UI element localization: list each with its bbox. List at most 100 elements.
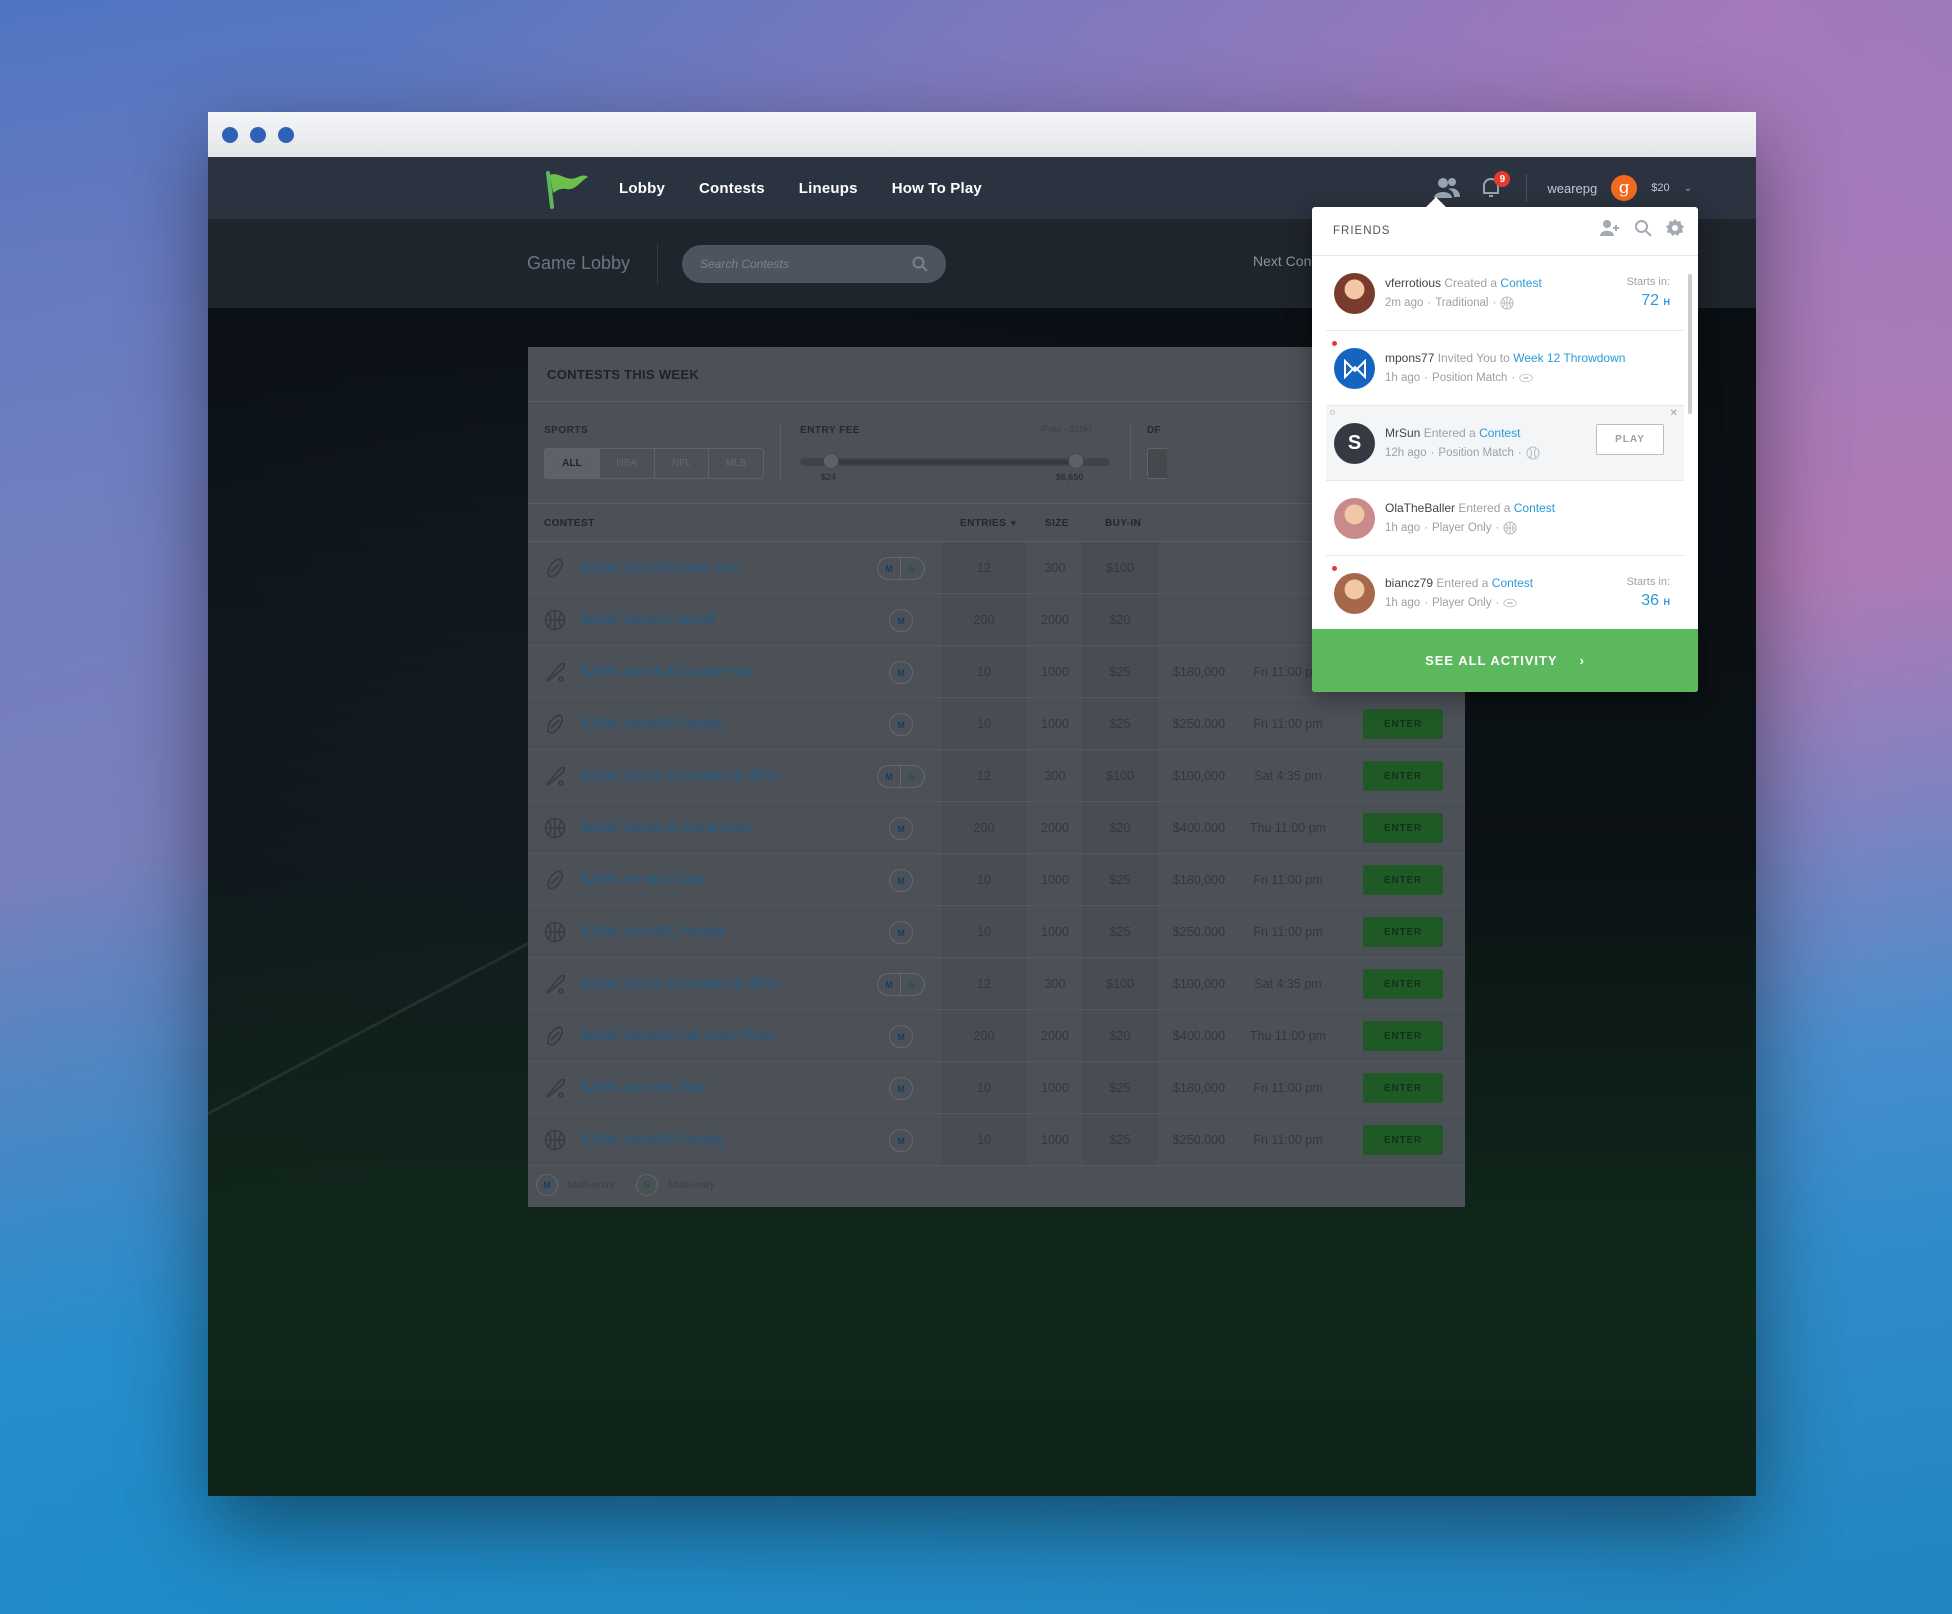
gear-icon[interactable] <box>1666 219 1684 237</box>
friends-activity-list[interactable]: vferrotious Created a Contest 2m ago · Trad… <box>1312 256 1698 631</box>
contest-name-link[interactable]: $100K Sun NFL Payday <box>581 924 725 939</box>
contest-name-link[interactable]: $100K Sat NBA Slam Jam <box>581 560 739 575</box>
friend-activity-item[interactable]: ✕ S MrSun Entered a Contest 12h ago · Positio… <box>1326 406 1684 481</box>
contest-row[interactable]: $400K Sat MLB Grand Slam M 200 2000 $20 $400,… <box>528 802 1465 854</box>
size-value: 2000 <box>1041 821 1069 835</box>
enter-button[interactable]: ENTER <box>1363 865 1443 895</box>
entry-fee-max-handle[interactable] <box>1067 453 1084 469</box>
enter-button[interactable]: ENTER <box>1363 1073 1443 1103</box>
play-button[interactable]: PLAY <box>1596 424 1664 455</box>
sport-tab-nba[interactable]: NBA <box>600 449 655 478</box>
activity-link[interactable]: Contest <box>1500 276 1541 290</box>
contest-row[interactable]: $250K Fri NBA Slam M 10 1000 $25 $180,000 Fri … <box>528 854 1465 906</box>
third-filter-control[interactable] <box>1147 448 1167 479</box>
close-icon[interactable]: ✕ <box>1670 408 1678 419</box>
column-contest[interactable]: CONTEST <box>544 518 595 529</box>
contest-row[interactable]: $100K Sat MLB Double Up ($25) M G 12 300 $100… <box>528 750 1465 802</box>
contest-row[interactable]: $100K Sun NFL Payday M 10 1000 $25 $250,000 Fr… <box>528 906 1465 958</box>
activity-link[interactable]: Week 12 Throwdown <box>1513 351 1625 365</box>
basketball-icon <box>544 817 566 839</box>
friend-activity-item[interactable]: vferrotious Created a Contest 2m ago · Trad… <box>1326 256 1684 331</box>
search-icon[interactable] <box>912 256 928 272</box>
sport-tab-mlb[interactable]: MLB <box>709 449 763 478</box>
activity-meta: 12h ago · Position Match · <box>1385 446 1540 460</box>
flag-logo-icon[interactable] <box>544 169 590 209</box>
friend-activity-item[interactable]: OlaTheBaller Entered a Contest 1h ago · Pla… <box>1326 481 1684 556</box>
search-input[interactable] <box>682 245 882 283</box>
size-value: 300 <box>1044 769 1066 783</box>
enter-button[interactable]: ENTER <box>1363 1021 1443 1051</box>
avatar[interactable]: S <box>1334 423 1375 464</box>
enter-button[interactable]: ENTER <box>1363 1125 1443 1155</box>
window-close-button[interactable] <box>222 126 238 143</box>
friend-username[interactable]: biancz79 <box>1385 576 1433 590</box>
contest-name-link[interactable]: $100K Sat MLB Payday <box>581 1132 724 1147</box>
activity-link[interactable]: Contest <box>1492 576 1533 590</box>
sport-tab-all[interactable]: ALL <box>545 449 600 478</box>
window-minimize-button[interactable] <box>250 126 266 143</box>
friend-username[interactable]: mpons77 <box>1385 351 1434 365</box>
enter-button[interactable]: ENTER <box>1363 917 1443 947</box>
contest-row[interactable]: $100K Sat MLB Payday M 10 1000 $25 $250,000 Fr… <box>528 1114 1465 1166</box>
nav-link-contests[interactable]: Contests <box>699 180 765 197</box>
activity-link[interactable]: Contest <box>1479 426 1520 440</box>
add-friend-icon[interactable] <box>1600 219 1620 237</box>
nav-link-lobby[interactable]: Lobby <box>619 180 665 197</box>
friend-username[interactable]: MrSun <box>1385 426 1420 440</box>
username-label[interactable]: wearepg <box>1547 181 1597 196</box>
contest-name-link[interactable]: $100K Sat MLB Double Up ($25) <box>581 768 778 783</box>
buyin-value: $20 <box>1109 613 1131 627</box>
friends-scrollbar[interactable] <box>1688 274 1692 414</box>
entry-fee-min-handle[interactable] <box>823 453 839 469</box>
contest-name-link[interactable]: $400K Sat NFL kickoff <box>581 612 715 627</box>
enter-button[interactable]: ENTER <box>1363 969 1443 999</box>
sport-tab-nfl[interactable]: NFL <box>655 449 710 478</box>
contest-name-link[interactable]: $250K Fri NBA Slam <box>581 872 705 887</box>
contest-type: Player Only <box>1432 522 1492 534</box>
contest-name-link[interactable]: $400K Sat MLB Grand Slam <box>581 820 751 835</box>
starts-in-label: Starts in: <box>1626 276 1670 288</box>
contest-row[interactable]: $100K Sat NBA Payday M 10 1000 $25 $250,000 Fr… <box>528 698 1465 750</box>
avatar[interactable] <box>1334 498 1375 539</box>
contest-row[interactable]: $100K Sat MLB Double Up ($25) M G 12 300 $100… <box>528 958 1465 1010</box>
activity-link[interactable]: Contest <box>1514 501 1555 515</box>
friend-username[interactable]: vferrotious <box>1385 276 1441 290</box>
entry-badge-m: M <box>897 823 905 834</box>
notifications-bell-icon[interactable]: 9 <box>1476 171 1511 203</box>
contest-name-link[interactable]: $250K Sun NFL Blitz <box>581 1080 706 1095</box>
enter-button[interactable]: ENTER <box>1363 813 1443 843</box>
entries-value: 10 <box>977 1133 991 1147</box>
enter-button[interactable]: ENTER <box>1363 709 1443 739</box>
contest-name-link[interactable]: $400K Sat NBA Full Court Press <box>581 1028 775 1043</box>
column-entries[interactable]: ENTRIES ▼ <box>960 518 1018 529</box>
contest-name-link[interactable]: $100K Sat MLB Double Up ($25) <box>581 976 778 991</box>
activity-action: Entered a <box>1423 426 1476 440</box>
football-icon <box>544 1025 566 1047</box>
contest-row[interactable]: $250K Sun NFL Blitz M 10 1000 $25 $180,000 Fri… <box>528 1062 1465 1114</box>
avatar[interactable] <box>1334 573 1375 614</box>
avatar[interactable] <box>1334 348 1375 389</box>
entries-value: 10 <box>977 1081 991 1095</box>
contest-row[interactable]: $400K Sat NBA Full Court Press M 200 2000 $2… <box>528 1010 1465 1062</box>
nav-link-lineups[interactable]: Lineups <box>799 180 858 197</box>
enter-button[interactable]: ENTER <box>1363 761 1443 791</box>
legend-label: Multi-entry <box>568 1180 615 1191</box>
activity-time: 2m ago <box>1385 297 1424 309</box>
friend-activity-item[interactable]: biancz79 Entered a Contest 1h ago · Player … <box>1326 556 1684 631</box>
avatar[interactable] <box>1334 273 1375 314</box>
user-avatar[interactable]: g <box>1611 175 1638 201</box>
friend-username[interactable]: OlaTheBaller <box>1385 501 1455 515</box>
search-icon[interactable] <box>1634 219 1652 237</box>
size-value: 1000 <box>1041 925 1069 939</box>
chevron-down-icon[interactable]: ⌄ <box>1684 183 1692 194</box>
contest-name-link[interactable]: $100K Sat NBA Payday <box>581 716 724 731</box>
contest-name-link[interactable]: $250K Sat MLB Double Play <box>581 664 752 679</box>
nav-link-how-to-play[interactable]: How To Play <box>892 180 982 197</box>
window-maximize-button[interactable] <box>278 126 294 143</box>
entry-badge-m: M <box>897 719 905 730</box>
friend-activity-item[interactable]: mpons77 Invited You to Week 12 Throwdown… <box>1326 331 1684 406</box>
column-size[interactable]: SIZE <box>1045 518 1069 529</box>
column-buyin[interactable]: BUY-IN <box>1105 518 1141 529</box>
prize-value: $100,000 <box>1172 769 1226 783</box>
see-all-activity-button[interactable]: SEE ALL ACTIVITY › <box>1312 629 1698 692</box>
